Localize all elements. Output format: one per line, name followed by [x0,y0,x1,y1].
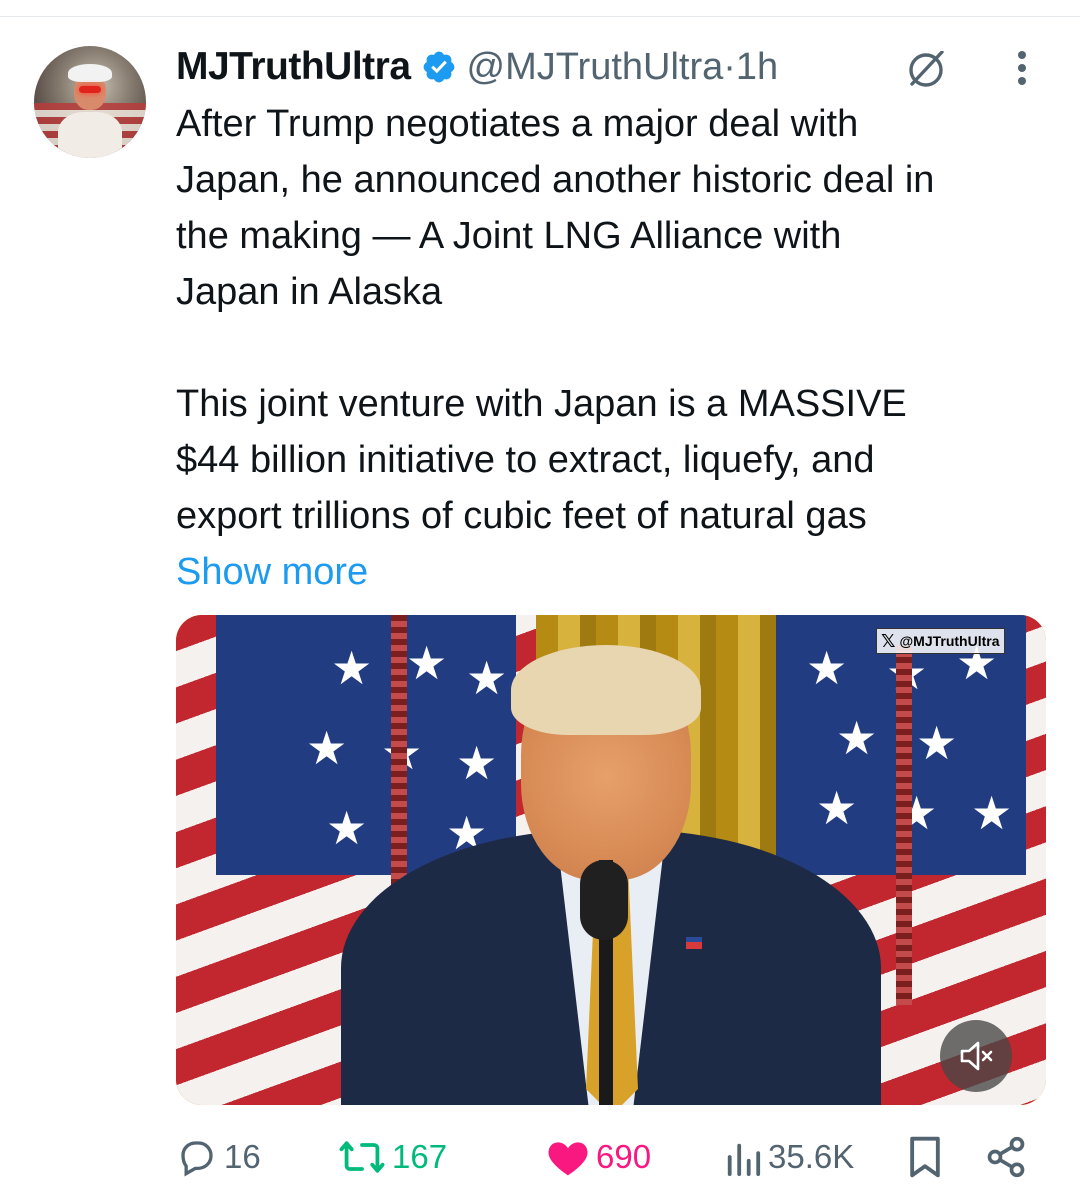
flag-star: ★ [806,642,848,694]
flag-star: ★ [456,737,498,789]
share-button[interactable] [984,1132,1034,1182]
flag-star: ★ [971,787,1013,839]
flag-tassel [896,645,912,1005]
reply-icon [181,1141,213,1177]
avatar-glowing-eyes [79,86,101,93]
flag-star: ★ [466,652,508,704]
views-icon [727,1143,761,1176]
reply-button[interactable]: 16 [176,1132,261,1182]
repost-icon [339,1141,385,1173]
tweet-actions: 16 167 690 35.6K [176,1132,1046,1182]
verified-badge-icon[interactable] [421,49,457,85]
flag-star: ★ [836,712,878,764]
speaker-muted-icon [960,1041,993,1071]
more-vertical-icon[interactable] [1000,46,1044,90]
author-handle[interactable]: @MJTruthUltra [467,46,724,89]
grok-icon[interactable] [902,44,950,92]
flag-star: ★ [406,637,448,689]
show-more-link[interactable]: Show more [176,544,368,600]
views-count: 35.6K [768,1138,855,1175]
repost-count: 167 [392,1138,448,1175]
microphone [580,860,628,940]
bookmark-button[interactable] [906,1132,950,1182]
tweet-time[interactable]: 1h [736,46,778,89]
flag-star: ★ [326,802,368,854]
repost-button[interactable]: 167 [338,1132,447,1182]
heart-icon [548,1142,588,1176]
like-count: 690 [596,1138,652,1175]
flag-pin [686,937,702,949]
flag-star: ★ [916,717,958,769]
top-divider [0,16,1080,17]
avatar[interactable] [34,46,146,158]
speaker-hair [511,645,701,735]
reply-count: 16 [224,1138,261,1175]
tweet-paragraph-2: This joint venture with Japan is a MASSI… [176,383,907,537]
mute-button[interactable] [940,1020,1012,1092]
share-icon [987,1136,1025,1178]
like-button[interactable]: 690 [546,1132,651,1182]
tweet-body: After Trump negotiates a major deal with… [176,96,1056,544]
avatar-body [58,112,122,158]
bookmark-icon [910,1136,940,1178]
x-logo-icon: 𝕏 [881,630,896,651]
time-separator: · [723,45,736,88]
flag-star: ★ [816,782,858,834]
video-watermark: 𝕏 @MJTruthUltra [876,628,1005,654]
views-button[interactable]: 35.6K [724,1132,854,1182]
author-display-name[interactable]: MJTruthUltra [176,45,411,89]
watermark-text: @MJTruthUltra [899,633,1000,649]
tweet-header: MJTruthUltra @MJTruthUltra · 1h [176,38,778,96]
flag-star: ★ [306,722,348,774]
video-player[interactable]: ★ ★ ★ ★ ★ ★ ★ ★ ★ ★ ★ ★ ★ ★ ★ ★ 𝕏 @MJTru… [176,615,1046,1105]
flag-star: ★ [331,642,373,694]
tweet-paragraph-1: After Trump negotiates a major deal with… [176,103,935,313]
avatar-hat [68,64,112,82]
